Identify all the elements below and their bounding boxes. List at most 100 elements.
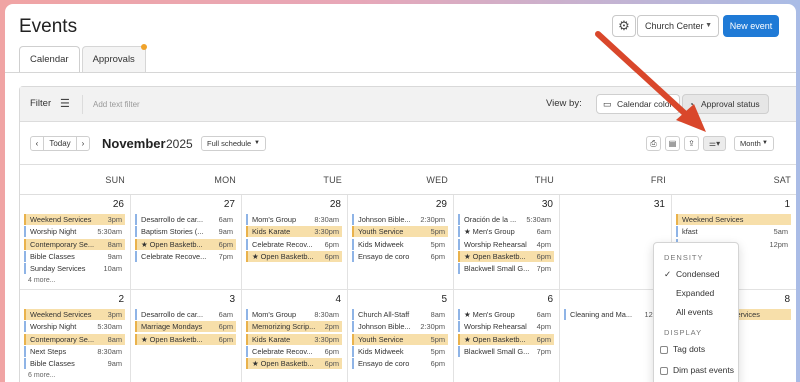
event-item[interactable]: Bible Classes 9am: [24, 250, 125, 262]
event-item[interactable]: Worship Night 5:30am: [24, 226, 125, 238]
event-item[interactable]: Ensayo de coro 6pm: [352, 358, 448, 370]
new-event-button[interactable]: New event: [723, 15, 779, 37]
event-item[interactable]: ★ Men's Group 6am: [458, 226, 554, 238]
share-button[interactable]: ⇪: [684, 136, 699, 151]
day-cell[interactable]: 30 Oración de la ... 5:30am ★ Men's Group 6a…: [454, 195, 560, 290]
event-item[interactable]: Blackwell Small G... 7pm: [458, 345, 554, 357]
event-item[interactable]: Marriage Mondays 6pm: [135, 321, 236, 333]
event-time: 5:30am: [526, 215, 551, 224]
view-by-calendar-color-button[interactable]: ▭ Calendar color: [596, 94, 680, 114]
event-item[interactable]: Cleaning and Ma...12pm: [564, 309, 666, 320]
density-settings-button[interactable]: ⚌▾: [703, 136, 726, 151]
prev-month-button[interactable]: ‹: [30, 136, 44, 151]
event-item[interactable]: Worship Night 5:30am: [24, 321, 125, 333]
today-button[interactable]: Today: [44, 136, 76, 151]
event-time: 8:30am: [97, 346, 122, 356]
day-cell[interactable]: 6 ★ Men's Group 6am Worship Rehearsal 4pm ★ O…: [454, 290, 560, 382]
weekday-thu: THU: [534, 175, 554, 185]
event-item[interactable]: Contemporary Se... 8am: [24, 238, 125, 250]
event-item[interactable]: ★ Open Basketb... 6pm: [135, 333, 236, 345]
event-item[interactable]: Youth Service 5pm: [352, 333, 448, 345]
event-item[interactable]: Blackwell Small G... 7pm: [458, 263, 554, 275]
event-name: Johnson Bible...: [358, 215, 411, 224]
event-item[interactable]: Weekend Services 3pm: [24, 214, 125, 225]
filter-lines-icon[interactable]: ☰: [60, 97, 70, 110]
event-time: 6am: [536, 310, 551, 319]
event-item[interactable]: Bible Classes 9am: [24, 358, 125, 370]
event-item[interactable]: Celebrate Recov... 6pm: [246, 238, 342, 250]
event-item[interactable]: Baptism Stories (... 9am: [135, 226, 236, 238]
dim-past-checkbox[interactable]: [660, 367, 668, 375]
event-item[interactable]: Weekend Services 3pm: [24, 309, 125, 320]
event-item[interactable]: ★ Open Basketb... 6pm: [246, 250, 342, 262]
event-item[interactable]: Kids Midweek 5pm: [352, 345, 448, 357]
settings-button[interactable]: ⚙: [612, 15, 636, 37]
event-item[interactable]: Worship Rehearsal 4pm: [458, 321, 554, 333]
event-time: 5pm: [427, 226, 445, 238]
event-item[interactable]: Celebrate Recove... 7pm: [135, 250, 236, 262]
day-cell[interactable]: 28 Mom's Group 8:30am Kids Karate 3:30pm Cele…: [242, 195, 348, 290]
more-events-link[interactable]: 4 more...: [28, 277, 56, 284]
event-item[interactable]: ★ Open Basketb... 6pm: [135, 238, 236, 250]
event-time: 2pm: [321, 321, 339, 333]
tab-calendar[interactable]: Calendar: [19, 46, 80, 72]
event-item[interactable]: Mom's Group 8:30am: [246, 214, 342, 225]
text-filter-input[interactable]: Add text filter: [82, 95, 532, 114]
filter-button[interactable]: Filter: [30, 98, 51, 109]
event-item[interactable]: Contemporary Se... 8am: [24, 333, 125, 345]
view-select[interactable]: Month ▼: [734, 136, 774, 151]
event-item[interactable]: ★ Open Basketb... 6pm: [246, 358, 342, 370]
event-item[interactable]: ★ Men's Group 6am: [458, 309, 554, 320]
event-item[interactable]: Desarrollo de car... 6am: [135, 309, 236, 320]
view-by-approval-status-button[interactable]: ◔ Approval status: [682, 94, 769, 114]
day-cell[interactable]: 27 Desarrollo de car... 6am Baptism Stories…: [131, 195, 242, 290]
event-time: 6am: [536, 227, 551, 237]
menu-item-all-events[interactable]: All events: [676, 307, 713, 317]
more-events-link[interactable]: 6 more...: [28, 372, 56, 379]
event-item[interactable]: Next Steps 8:30am: [24, 345, 125, 357]
event-item[interactable]: Weekend Services: [676, 214, 791, 225]
calendar-nav-row: ‹ Today › November 2025 Full schedule ▼ …: [20, 123, 796, 163]
calendar-color-label: Calendar color: [617, 99, 673, 109]
next-month-button[interactable]: ›: [76, 136, 90, 151]
event-item[interactable]: Oración de la ... 5:30am: [458, 214, 554, 225]
event-item[interactable]: Johnson Bible... 2:30pm: [352, 214, 448, 225]
tab-approvals[interactable]: Approvals: [81, 44, 147, 72]
day-cell[interactable]: 2 Weekend Services 3pm Worship Night 5:30am C…: [20, 290, 131, 382]
event-item[interactable]: Kids Karate 3:30pm: [246, 333, 342, 345]
menu-item-condensed[interactable]: Condensed: [676, 269, 719, 279]
tag-dots-checkbox[interactable]: [660, 346, 668, 354]
event-item[interactable]: kfast 5am: [676, 226, 791, 238]
day-cell[interactable]: 3 Desarrollo de car... 6am Marriage Mondays…: [131, 290, 242, 382]
event-item[interactable]: Church All-Staff 8am: [352, 309, 448, 320]
church-center-select[interactable]: Church Center ▼: [637, 15, 719, 37]
day-number: 6: [547, 294, 553, 305]
event-item[interactable]: Sunday Services 10am: [24, 263, 125, 275]
day-cell[interactable]: 26 Weekend Services 3pm Worship Night 5:30am…: [20, 195, 131, 290]
print-button[interactable]: ⎙: [646, 136, 661, 151]
density-heading: DENSITY: [664, 253, 704, 262]
schedule-select[interactable]: Full schedule ▼: [201, 136, 266, 151]
menu-item-tag-dots[interactable]: Tag dots: [673, 344, 705, 354]
event-item[interactable]: Celebrate Recov... 6pm: [246, 345, 342, 357]
export-pdf-button[interactable]: ▤: [665, 136, 680, 151]
event-item[interactable]: ★ Open Basketb... 6pm: [458, 333, 554, 345]
event-item[interactable]: Johnson Bible... 2:30pm: [352, 321, 448, 333]
event-item[interactable]: Kids Midweek 5pm: [352, 238, 448, 250]
event-name: Mom's Group: [252, 215, 297, 224]
event-item[interactable]: Kids Karate 3:30pm: [246, 226, 342, 238]
event-item[interactable]: Ensayo de coro 6pm: [352, 250, 448, 262]
event-item[interactable]: Worship Rehearsal 4pm: [458, 238, 554, 250]
menu-item-expanded[interactable]: Expanded: [676, 288, 714, 298]
menu-item-dim-past-events[interactable]: Dim past events: [673, 365, 734, 375]
event-time: 6pm: [324, 239, 339, 249]
event-item[interactable]: Mom's Group 8:30am: [246, 309, 342, 320]
display-heading: DISPLAY: [664, 328, 703, 337]
event-item[interactable]: Desarrollo de car... 6am: [135, 214, 236, 225]
event-item[interactable]: Memorizing Scrip... 2pm: [246, 321, 342, 333]
day-cell[interactable]: 5 Church All-Staff 8am Johnson Bible... 2:30…: [348, 290, 454, 382]
event-item[interactable]: Youth Service 5pm: [352, 226, 448, 238]
event-item[interactable]: ★ Open Basketb... 6pm: [458, 250, 554, 262]
day-cell[interactable]: 29 Johnson Bible... 2:30pm Youth Service 5pm…: [348, 195, 454, 290]
day-cell[interactable]: 4 Mom's Group 8:30am Memorizing Scrip... 2pm…: [242, 290, 348, 382]
